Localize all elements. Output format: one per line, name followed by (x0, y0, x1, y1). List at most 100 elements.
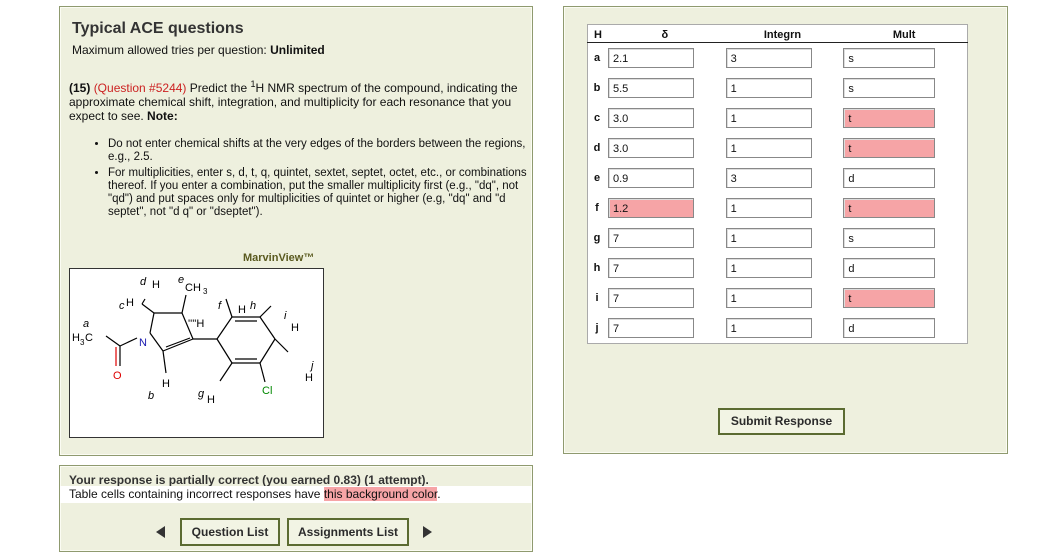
label-b: b (148, 390, 154, 402)
integration-input[interactable]: 1 (725, 108, 812, 128)
cell-mult: s (841, 223, 967, 253)
label-g: g (198, 388, 205, 400)
nmr-response-table: H δ Integrn Mult a 2.1 3 s b 5.5 1 s c 3.0 1 t d 3.0 1… (587, 24, 968, 344)
atom-h-h: H (238, 304, 246, 316)
cell-shift: 5.5 (606, 73, 724, 103)
shift-input[interactable]: 7 (608, 258, 694, 278)
label-j: j (309, 360, 314, 372)
atom-o: O (113, 370, 122, 382)
multiplicity-input[interactable]: d (843, 318, 936, 338)
table-row: e 0.9 3 d (588, 163, 968, 193)
atom-h3c-c: C (85, 332, 93, 344)
header-multiplicity: Mult (841, 24, 968, 43)
multiplicity-input[interactable]: s (843, 228, 936, 248)
label-f: f (218, 300, 222, 312)
question-text-part1: Predict the (186, 81, 251, 95)
shift-input[interactable]: 0.9 (608, 168, 694, 188)
integration-input[interactable]: 1 (725, 198, 812, 218)
atom-h-i: H (291, 322, 299, 334)
table-header-row: H δ Integrn Mult (587, 24, 968, 43)
integration-input[interactable]: 1 (725, 288, 812, 308)
shift-input[interactable]: 2.1 (608, 48, 694, 68)
row-label: h (593, 262, 601, 274)
shift-input[interactable]: 3.0 (608, 138, 694, 158)
cell-mult: t (841, 193, 967, 223)
shift-input[interactable]: 7 (608, 288, 694, 308)
integration-input[interactable]: 1 (725, 318, 812, 338)
tries-value: Unlimited (270, 43, 325, 57)
table-row: i7 1 t (588, 283, 968, 313)
cell-integ: 1 (724, 193, 842, 223)
cell-shift: 3.0 (606, 103, 724, 133)
integration-input[interactable]: 1 (725, 228, 812, 248)
question-note: Note: (147, 109, 178, 123)
multiplicity-input[interactable]: s (843, 48, 936, 68)
shift-input[interactable]: 1.2 (608, 198, 694, 218)
table-row: j7 1 d (588, 313, 968, 344)
shift-input[interactable]: 7 (608, 318, 694, 338)
integration-input[interactable]: 1 (725, 78, 812, 98)
legend-period: . (437, 487, 441, 501)
cell-shift: 7 (606, 313, 724, 344)
cell-mult: s (841, 43, 967, 74)
row-label: b (593, 82, 601, 94)
list-item: Do not enter chemical shifts at the very… (108, 138, 533, 164)
question-number: (15) (69, 81, 91, 95)
integration-input[interactable]: 3 (725, 48, 812, 68)
multiplicity-input[interactable]: s (843, 78, 936, 98)
atom-n: N (139, 337, 147, 349)
shift-input[interactable]: 5.5 (608, 78, 694, 98)
row-label: d (593, 142, 601, 154)
label-a: a (83, 318, 89, 330)
multiplicity-input[interactable]: t (843, 198, 936, 218)
header-integration: Integrn (723, 24, 842, 43)
table-row: f 1.2 1 t (588, 193, 968, 223)
header-shift: δ (606, 24, 724, 43)
multiplicity-input[interactable]: t (843, 288, 936, 308)
table-row: d 3.0 1 t (588, 133, 968, 163)
feedback-panel: Your response is partially correct (you … (59, 465, 533, 552)
molecule-viewer[interactable]: d H e CH 3 c H f ''''H H h i H a H 3 C N… (69, 268, 324, 438)
cell-shift: 7 (606, 253, 724, 283)
feedback-legend: Table cells containing incorrect respons… (60, 486, 532, 503)
cell-integ: 1 (724, 253, 842, 283)
multiplicity-input[interactable]: t (843, 138, 936, 158)
legend-text: Table cells containing incorrect respons… (69, 487, 324, 501)
cell-shift: 7 (606, 223, 724, 253)
integration-input[interactable]: 3 (725, 168, 812, 188)
atom-h-b: H (162, 378, 170, 390)
shift-input[interactable]: 7 (608, 228, 694, 248)
integration-input[interactable]: 1 (725, 258, 812, 278)
feedback-status: Your response is partially correct (you … (69, 473, 429, 487)
question-text: (15) (Question #5244) Predict the 1H NMR… (69, 80, 524, 124)
assignments-list-button[interactable]: Assignments List (287, 518, 409, 546)
table-row: a 2.1 3 s (588, 43, 968, 74)
row-label: f (595, 202, 599, 214)
atom-ch3: CH (185, 282, 201, 294)
cell-mult: s (841, 73, 967, 103)
integration-input[interactable]: 1 (725, 138, 812, 158)
shift-input[interactable]: 3.0 (608, 108, 694, 128)
question-list-button[interactable]: Question List (180, 518, 280, 546)
molecule-structure: d H e CH 3 c H f ''''H H h i H a H 3 C N… (72, 274, 314, 406)
instructions-list: Do not enter chemical shifts at the very… (90, 138, 533, 222)
prev-arrow-icon[interactable] (156, 526, 165, 538)
atom-h-f: ''''H (188, 318, 204, 330)
label-e: e (178, 274, 184, 286)
cell-integ: 1 (724, 103, 842, 133)
multiplicity-input[interactable]: d (843, 258, 936, 278)
page-title: Typical ACE questions (72, 20, 244, 37)
atom-h-g: H (207, 394, 215, 406)
submit-response-button[interactable]: Submit Response (718, 408, 845, 435)
atom-h-d: H (152, 279, 160, 291)
next-arrow-icon[interactable] (423, 526, 432, 538)
cell-shift: 3.0 (606, 133, 724, 163)
multiplicity-input[interactable]: d (843, 168, 936, 188)
table-row: c 3.0 1 t (588, 103, 968, 133)
row-label: a (593, 52, 601, 64)
multiplicity-input[interactable]: t (843, 108, 936, 128)
table-body: a 2.1 3 s b 5.5 1 s c 3.0 1 t d 3.0 1 t e 0.9 3 d f 1.2 1 t g 7 1 s… (588, 43, 968, 344)
row-label: c (593, 112, 601, 124)
cell-integ: 1 (724, 73, 842, 103)
table-row: h7 1 d (588, 253, 968, 283)
